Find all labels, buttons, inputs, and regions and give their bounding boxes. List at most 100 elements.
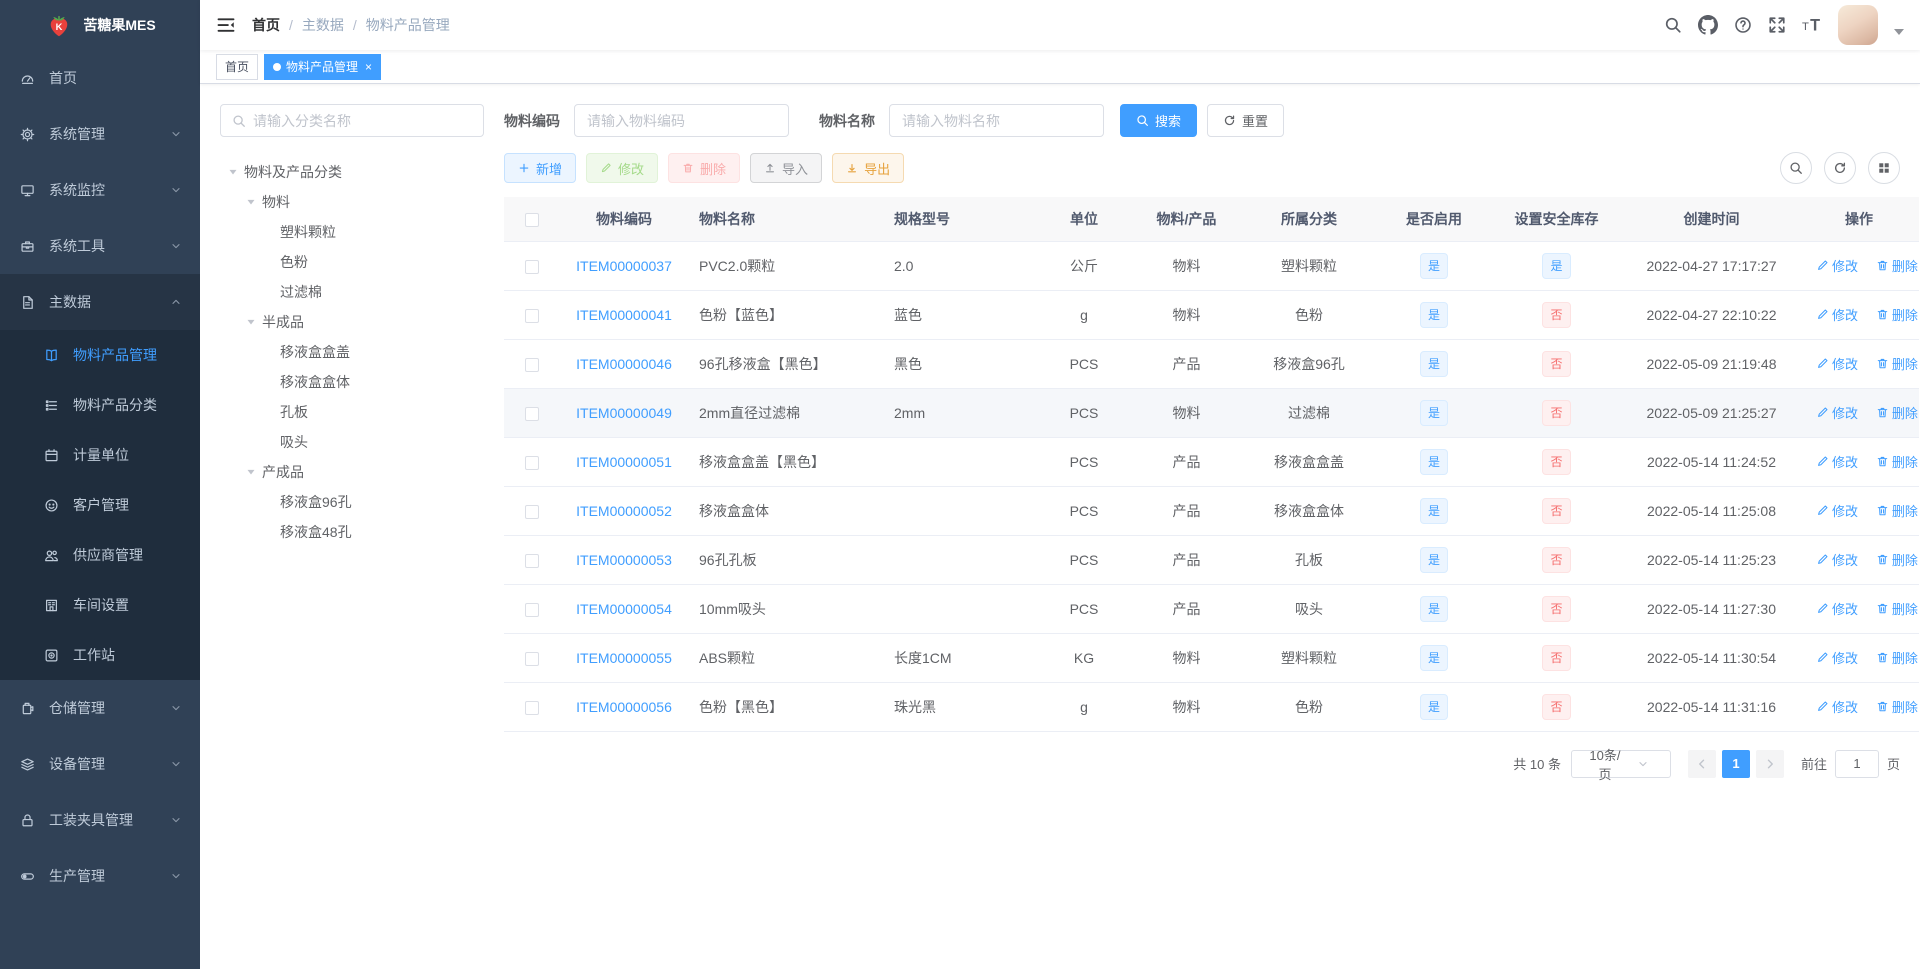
- breadcrumb-master-data[interactable]: 主数据: [302, 15, 344, 35]
- row-delete-button[interactable]: 删除: [1876, 648, 1918, 667]
- material-code-link[interactable]: ITEM00000052: [576, 503, 672, 519]
- sidebar-item-material-product-category[interactable]: 物料产品分类: [0, 380, 200, 430]
- sidebar-item-supplier-management[interactable]: 供应商管理: [0, 530, 200, 580]
- row-edit-button[interactable]: 修改: [1816, 697, 1858, 716]
- sidebar-item-fixture-management[interactable]: 工装夹具管理: [0, 792, 200, 848]
- tab-home[interactable]: 首页: [216, 53, 259, 80]
- import-button[interactable]: 导入: [750, 153, 823, 183]
- page-size-select[interactable]: 10条/页: [1570, 748, 1671, 782]
- edit-button[interactable]: 修改: [586, 153, 659, 183]
- row-checkbox[interactable]: [524, 553, 539, 568]
- material-code-link[interactable]: ITEM00000037: [576, 258, 672, 274]
- material-code-link[interactable]: ITEM00000055: [576, 650, 672, 666]
- row-edit-button[interactable]: 修改: [1816, 354, 1858, 373]
- tree-node[interactable]: 移液盒盒体: [220, 367, 484, 397]
- add-button[interactable]: 新增: [504, 153, 577, 183]
- sidebar-item-measure-unit[interactable]: 计量单位: [0, 430, 200, 480]
- tree-search-input[interactable]: [253, 112, 472, 129]
- sidebar-item-system-monitor[interactable]: 系统监控: [0, 162, 200, 218]
- column-settings-button[interactable]: [1868, 152, 1900, 184]
- caret-down-icon[interactable]: [244, 315, 258, 329]
- github-icon[interactable]: [1698, 15, 1718, 35]
- row-edit-button[interactable]: 修改: [1816, 403, 1858, 422]
- caret-down-icon[interactable]: [244, 195, 258, 209]
- search-icon[interactable]: [1664, 16, 1682, 34]
- row-checkbox[interactable]: [524, 357, 539, 372]
- select-all-checkbox[interactable]: [524, 212, 539, 227]
- row-edit-button[interactable]: 修改: [1816, 452, 1858, 471]
- row-edit-button[interactable]: 修改: [1816, 599, 1858, 618]
- tab-material-product-management[interactable]: 物料产品管理 ×: [264, 53, 382, 80]
- fullscreen-icon[interactable]: [1768, 16, 1786, 34]
- reset-button[interactable]: 重置: [1207, 104, 1285, 137]
- page-number-button[interactable]: 1: [1721, 749, 1750, 778]
- material-code-link[interactable]: ITEM00000053: [576, 552, 672, 568]
- sidebar-item-material-product-management[interactable]: 物料产品管理: [0, 330, 200, 380]
- search-button[interactable]: 搜索: [1120, 104, 1198, 137]
- tree-node[interactable]: 半成品: [220, 307, 484, 337]
- row-delete-button[interactable]: 删除: [1876, 403, 1918, 422]
- tree-node[interactable]: 移液盒96孔: [220, 487, 484, 517]
- row-edit-button[interactable]: 修改: [1816, 305, 1858, 324]
- row-delete-button[interactable]: 删除: [1876, 501, 1918, 520]
- material-code-link[interactable]: ITEM00000051: [576, 454, 672, 470]
- caret-down-icon[interactable]: [244, 465, 258, 479]
- row-delete-button[interactable]: 删除: [1876, 452, 1918, 471]
- sidebar-item-home[interactable]: 首页: [0, 50, 200, 106]
- sidebar-item-workstation[interactable]: 工作站: [0, 630, 200, 680]
- row-checkbox[interactable]: [524, 700, 539, 715]
- row-delete-button[interactable]: 删除: [1876, 256, 1918, 275]
- material-code-link[interactable]: ITEM00000041: [576, 307, 672, 323]
- row-delete-button[interactable]: 删除: [1876, 697, 1918, 716]
- breadcrumb-home[interactable]: 首页: [252, 15, 280, 35]
- material-code-link[interactable]: ITEM00000056: [576, 699, 672, 715]
- sidebar-item-system-tools[interactable]: 系统工具: [0, 218, 200, 274]
- row-checkbox[interactable]: [524, 308, 539, 323]
- tree-node[interactable]: 过滤棉: [220, 277, 484, 307]
- font-size-icon[interactable]: TT: [1802, 15, 1822, 35]
- row-edit-button[interactable]: 修改: [1816, 550, 1858, 569]
- row-checkbox[interactable]: [524, 259, 539, 274]
- sidebar-item-workshop-settings[interactable]: 车间设置: [0, 580, 200, 630]
- row-checkbox[interactable]: [524, 602, 539, 617]
- tree-node[interactable]: 色粉: [220, 247, 484, 277]
- tree-node[interactable]: 物料及产品分类: [220, 157, 484, 187]
- sidebar-item-system-management[interactable]: 系统管理: [0, 106, 200, 162]
- next-page-button[interactable]: [1755, 749, 1784, 778]
- row-checkbox[interactable]: [524, 651, 539, 666]
- tree-node[interactable]: 移液盒盒盖: [220, 337, 484, 367]
- row-delete-button[interactable]: 删除: [1876, 550, 1918, 569]
- prev-page-button[interactable]: [1687, 749, 1716, 778]
- row-checkbox[interactable]: [524, 406, 539, 421]
- refresh-table-button[interactable]: [1824, 152, 1856, 184]
- tree-node[interactable]: 物料: [220, 187, 484, 217]
- show-search-toggle-button[interactable]: [1780, 152, 1812, 184]
- caret-down-icon[interactable]: [226, 165, 240, 179]
- sidebar-item-production-management[interactable]: 生产管理: [0, 848, 200, 904]
- sidebar-item-master-data[interactable]: 主数据: [0, 274, 200, 330]
- material-code-link[interactable]: ITEM00000054: [576, 601, 672, 617]
- row-checkbox[interactable]: [524, 504, 539, 519]
- material-code-link[interactable]: ITEM00000049: [576, 405, 672, 421]
- hamburger-icon[interactable]: [216, 15, 236, 35]
- help-icon[interactable]: [1734, 16, 1752, 34]
- sidebar-item-customer-management[interactable]: 客户管理: [0, 480, 200, 530]
- row-delete-button[interactable]: 删除: [1876, 305, 1918, 324]
- row-checkbox[interactable]: [524, 455, 539, 470]
- close-icon[interactable]: ×: [365, 61, 372, 73]
- material-code-link[interactable]: ITEM00000046: [576, 356, 672, 372]
- goto-page-input[interactable]: [1834, 749, 1879, 778]
- tree-node[interactable]: 塑料颗粒: [220, 217, 484, 247]
- material-code-input[interactable]: [574, 104, 789, 137]
- material-name-input[interactable]: [889, 104, 1104, 137]
- row-edit-button[interactable]: 修改: [1816, 648, 1858, 667]
- logo[interactable]: K 苦糖果MES: [0, 0, 200, 50]
- row-delete-button[interactable]: 删除: [1876, 354, 1918, 373]
- sidebar-item-warehouse-management[interactable]: 仓储管理: [0, 680, 200, 736]
- sidebar-item-equipment-management[interactable]: 设备管理: [0, 736, 200, 792]
- tree-node[interactable]: 产成品: [220, 457, 484, 487]
- row-edit-button[interactable]: 修改: [1816, 256, 1858, 275]
- delete-button[interactable]: 删除: [668, 153, 741, 183]
- export-button[interactable]: 导出: [832, 153, 905, 183]
- row-delete-button[interactable]: 删除: [1876, 599, 1918, 618]
